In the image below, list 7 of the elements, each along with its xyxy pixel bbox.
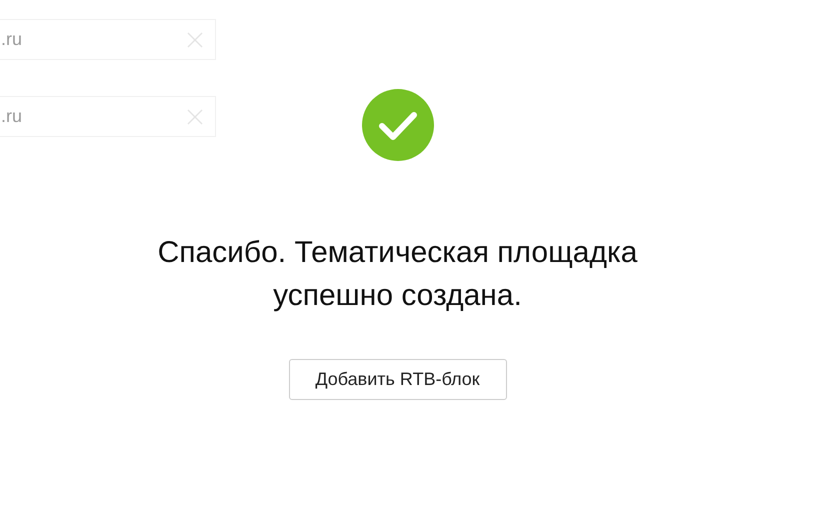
success-message: Спасибо. Тематическая площадка успешно создана. xyxy=(156,235,638,314)
close-icon[interactable] xyxy=(187,32,203,48)
check-icon xyxy=(362,89,434,161)
input-field[interactable]: .ru xyxy=(0,96,216,137)
close-icon[interactable] xyxy=(187,108,203,124)
input-field[interactable]: .ru xyxy=(0,19,216,60)
add-block-button[interactable]: Добавить RTB-блок xyxy=(288,359,506,400)
